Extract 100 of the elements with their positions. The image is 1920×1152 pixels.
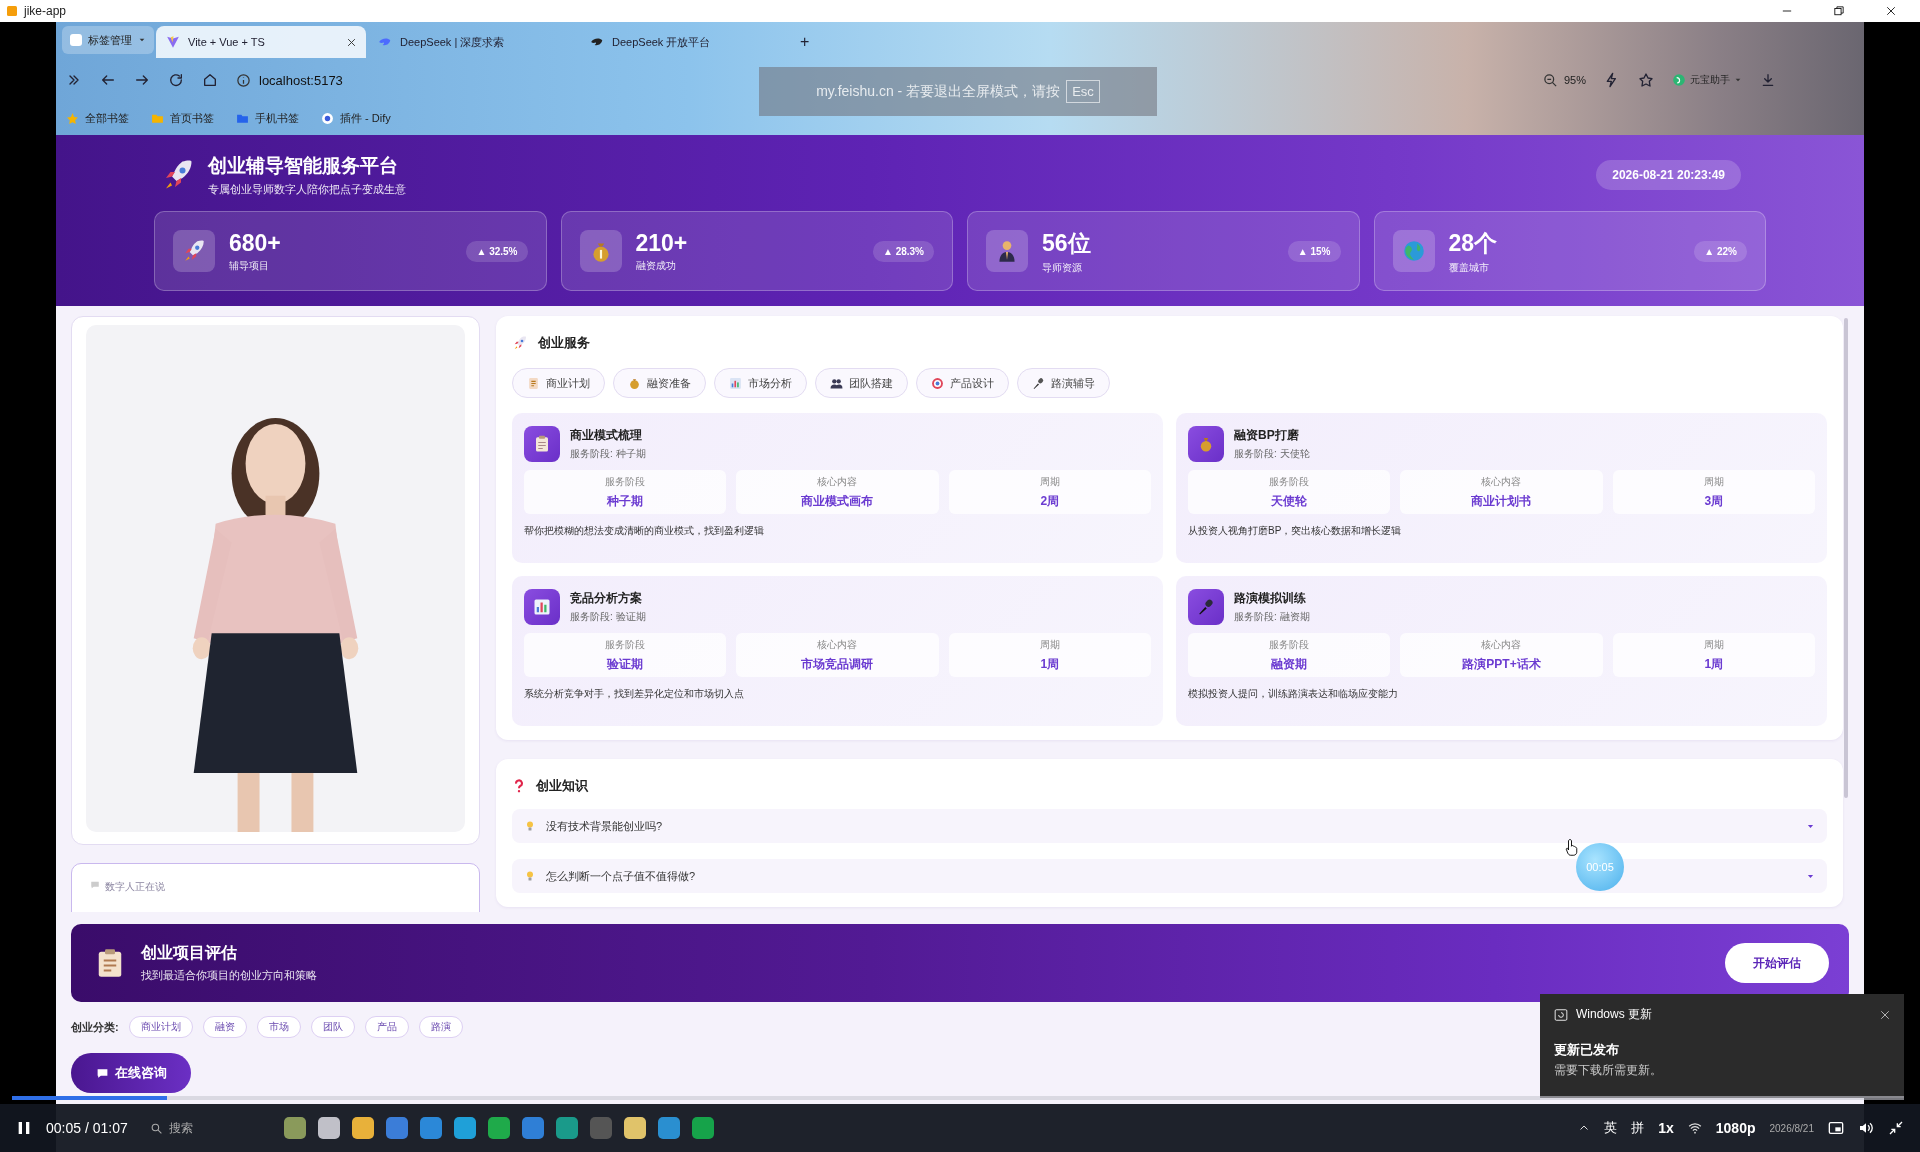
close-button[interactable] [1880, 1009, 1890, 1020]
browser-tab[interactable]: DeepSeek 开放平台 [580, 26, 790, 58]
taskbar-app-icon[interactable] [487, 1117, 510, 1139]
quality-button[interactable]: 1080p [1715, 1120, 1756, 1136]
microphone-icon [1032, 376, 1045, 390]
bar-chart-icon [729, 376, 742, 390]
category-tag[interactable]: 商业计划 [128, 1016, 193, 1038]
card-stage: 服务阶段: 验证期 [570, 610, 646, 624]
browser-tab[interactable]: Vite + Vue + TS [156, 26, 366, 58]
info-value: 路演PPT+话术 [1462, 655, 1541, 673]
card-title: 融资BP打磨 [1234, 427, 1300, 444]
card-stage: 服务阶段: 融资期 [1234, 610, 1310, 624]
pause-button[interactable] [16, 1120, 32, 1136]
card-description: 系统分析竞争对手，找到差异化定位和市场切入点 [524, 687, 745, 701]
taskbar-app-icon[interactable] [317, 1117, 340, 1139]
app-icon [6, 5, 18, 17]
toast-title: 更新已发布 [1554, 1041, 1620, 1059]
input-language[interactable]: 英 [1604, 1119, 1618, 1137]
category-tag[interactable]: 路演 [418, 1016, 463, 1038]
taskbar-app-icon[interactable] [555, 1117, 578, 1139]
back-button[interactable] [100, 72, 116, 88]
consult-button[interactable]: 在线咨询 [71, 1053, 191, 1093]
taskbar-app-icon[interactable] [623, 1117, 646, 1139]
info-value: 商业模式画布 [801, 492, 874, 510]
chat-bubble-icon [90, 880, 100, 890]
taskbar-app-icon[interactable] [691, 1117, 714, 1139]
info-value: 天使轮 [1271, 492, 1308, 510]
document-icon [527, 376, 540, 390]
info-icon [236, 72, 251, 88]
vite-logo-icon [166, 35, 180, 49]
category-tag[interactable]: 融资 [202, 1016, 247, 1038]
tab-group[interactable]: 标签管理 [62, 26, 154, 54]
faq-item[interactable]: 没有技术背景能创业吗? [512, 809, 1827, 843]
home-button[interactable] [202, 72, 218, 88]
card-title: 竞品分析方案 [570, 590, 643, 607]
fullscreen-hint: my.feishu.cn - 若要退出全屏模式，请按 Esc [759, 67, 1157, 116]
category-tag[interactable]: 市场 [256, 1016, 301, 1038]
info-label: 服务阶段 [1269, 637, 1310, 652]
taskbar-app-icon[interactable] [419, 1117, 442, 1139]
download-button[interactable] [1760, 72, 1776, 88]
progress-bar[interactable] [12, 1096, 1904, 1100]
speed-button[interactable]: 1x [1658, 1120, 1674, 1136]
service-chip[interactable]: 路演辅导 [1017, 368, 1110, 398]
taskbar-search[interactable]: 搜索 [149, 1119, 270, 1137]
section-title: 创业服务 [538, 334, 590, 352]
start-evaluation-button[interactable]: 开始评估 [1725, 943, 1829, 983]
taskbar-app-icon[interactable] [453, 1117, 476, 1139]
service-chip[interactable]: 市场分析 [714, 368, 807, 398]
bookmark-star-button[interactable] [1638, 72, 1654, 88]
taskbar-app-icon[interactable] [521, 1117, 544, 1139]
scrollbar[interactable] [1844, 318, 1848, 798]
zoom-button[interactable]: 95% [1542, 72, 1586, 88]
service-chip[interactable]: 产品设计 [916, 368, 1009, 398]
extension-button[interactable]: 元宝助手 [1672, 73, 1742, 87]
update-icon [1554, 1007, 1568, 1022]
datetime-badge: 2026-08-21 20:23:49 [1596, 160, 1741, 190]
taskbar-app-icon[interactable] [351, 1117, 374, 1139]
bookmark[interactable]: 首页书签 [151, 111, 214, 126]
info-label: 周期 [1703, 637, 1724, 652]
stat-value: 210+ [635, 229, 688, 257]
extension-logo-icon [1672, 73, 1686, 87]
service-chip[interactable]: 融资准备 [613, 368, 706, 398]
plugin-icon [321, 112, 334, 125]
search-icon [149, 1121, 163, 1135]
taskbar-app-icon[interactable] [283, 1117, 306, 1139]
forward-button[interactable] [134, 72, 150, 88]
info-value: 2周 [1040, 492, 1060, 510]
trend-badge: ▲ 32.5% [466, 240, 528, 262]
chat-bubble-icon [95, 1066, 109, 1080]
reload-icon [168, 72, 184, 88]
taskbar-app-icon[interactable] [385, 1117, 408, 1139]
close-icon [347, 37, 356, 47]
caret-icon [138, 36, 146, 44]
clipboard-icon [533, 435, 551, 453]
bookmark[interactable]: 全部书签 [66, 111, 129, 126]
browser-tab[interactable]: DeepSeek | 深度求索 [368, 26, 578, 58]
stat-label: 覆盖城市 [1448, 260, 1490, 275]
card-stage: 服务阶段: 种子期 [570, 447, 646, 461]
info-value: 1周 [1704, 655, 1724, 673]
card-stage: 服务阶段: 天使轮 [1234, 447, 1310, 461]
ime-indicator[interactable]: 拼 [1631, 1119, 1645, 1137]
category-tag[interactable]: 产品 [364, 1016, 409, 1038]
bookmark[interactable]: 插件 - Dify [321, 111, 391, 126]
card-title: 路演模拟训练 [1234, 590, 1307, 607]
reload-button[interactable] [168, 72, 184, 88]
category-label: 创业分类: [71, 1019, 119, 1035]
service-chip[interactable]: 商业计划 [512, 368, 605, 398]
bookmark[interactable]: 手机书签 [236, 111, 299, 126]
info-value: 种子期 [607, 492, 644, 510]
new-tab-button[interactable]: + [792, 26, 818, 58]
category-tag[interactable]: 团队 [310, 1016, 355, 1038]
trend-badge: ▲ 15% [1287, 240, 1341, 262]
money-bag-icon [628, 376, 641, 390]
info-value: 商业计划书 [1471, 492, 1532, 510]
card-description: 模拟投资人提问，训练路演表达和临场应变能力 [1188, 687, 1399, 701]
stat-value: 680+ [229, 229, 281, 257]
service-chip[interactable]: 团队搭建 [815, 368, 908, 398]
forward-icon [134, 72, 150, 88]
taskbar-app-icon[interactable] [657, 1117, 680, 1139]
exit-fullscreen-icon [1888, 1120, 1904, 1136]
